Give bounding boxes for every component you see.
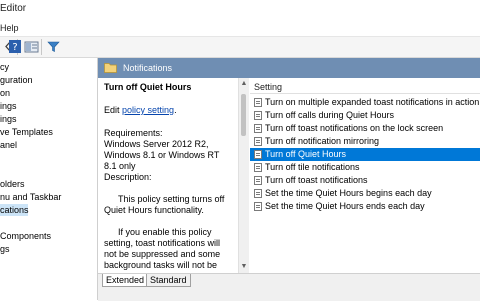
setting-row[interactable]: Turn off tile notifications: [250, 161, 480, 174]
setting-label: Set the time Quiet Hours ends each day: [265, 201, 425, 211]
tree-item-windows-components[interactable]: Components: [0, 230, 51, 242]
setting-label: Turn off calls during Quiet Hours: [265, 110, 395, 120]
policy-setting-icon: [254, 189, 262, 198]
policy-setting-icon: [254, 111, 262, 120]
tree-item[interactable]: cy: [0, 61, 9, 73]
setting-column-header[interactable]: Setting: [254, 82, 282, 92]
setting-label: Turn on multiple expanded toast notifica…: [265, 97, 480, 107]
policy-setting-icon: [254, 124, 262, 133]
setting-label: Turn off notification mirroring: [265, 136, 380, 146]
toolbar: ?: [0, 37, 480, 58]
edit-prefix: Edit: [104, 105, 120, 115]
edit-policy-link[interactable]: policy setting: [122, 105, 174, 115]
description-scrollbar[interactable]: ▲ ▼: [238, 78, 249, 273]
setting-row[interactable]: Turn off calls during Quiet Hours: [250, 109, 480, 122]
menu-help[interactable]: Help: [0, 23, 19, 33]
setting-row[interactable]: Turn off toast notifications: [250, 174, 480, 187]
scroll-up-icon[interactable]: ▲: [240, 80, 248, 88]
filter-icon[interactable]: [46, 39, 61, 54]
toolbar-separator: [41, 39, 42, 55]
setting-row[interactable]: Turn on multiple expanded toast notifica…: [250, 96, 480, 109]
setting-row[interactable]: Turn off toast notifications on the lock…: [250, 122, 480, 135]
setting-row-selected[interactable]: Turn off Quiet Hours: [250, 148, 480, 161]
tree-item-administrative-templates[interactable]: ve Templates: [0, 126, 53, 138]
tree-item[interactable]: ings: [0, 113, 17, 125]
navigation-tree: cy guration on ings ings ve Templates an…: [0, 58, 98, 300]
policy-title: Turn off Quiet Hours: [104, 82, 192, 92]
policy-setting-icon: [254, 176, 262, 185]
description-label: Description:: [104, 172, 152, 182]
policy-setting-icon: [254, 98, 262, 107]
description-paragraph-2: If you enable this policy setting, toast…: [104, 227, 221, 270]
title-bar: Editor: [0, 0, 480, 20]
folder-icon: [104, 62, 117, 73]
tree-item[interactable]: on: [0, 87, 10, 99]
show-pane-icon[interactable]: [24, 39, 39, 54]
settings-list: Setting Turn on multiple expanded toast …: [250, 78, 480, 273]
policy-description-panel: Turn off Quiet Hours Edit policy setting…: [98, 78, 238, 273]
scroll-thumb[interactable]: [241, 94, 246, 136]
setting-label: Turn off Quiet Hours: [265, 149, 347, 159]
scroll-down-icon[interactable]: ▼: [240, 263, 248, 271]
svg-text:?: ?: [12, 42, 17, 53]
requirements-label: Requirements:: [104, 128, 163, 138]
policy-setting-icon: [254, 150, 262, 159]
requirements-text: Windows Server 2012 R2, Windows 8.1 or W…: [104, 139, 220, 171]
policy-setting-icon: [254, 202, 262, 211]
setting-row[interactable]: Set the time Quiet Hours begins each day: [250, 187, 480, 200]
tab-standard[interactable]: Standard: [146, 274, 191, 287]
tree-item-notifications[interactable]: cations: [0, 204, 29, 216]
tree-item[interactable]: guration: [0, 74, 33, 86]
menu-bar: Help: [0, 20, 480, 37]
tree-item[interactable]: ings: [0, 100, 17, 112]
view-tabs: Extended Standard: [98, 273, 480, 301]
tree-item-control-panel[interactable]: anel: [0, 139, 17, 151]
policy-setting-icon: [254, 163, 262, 172]
setting-label: Turn off toast notifications on the lock…: [265, 123, 444, 133]
edit-policy-line: Edit policy setting.: [104, 105, 234, 116]
tree-item-shared-folders[interactable]: olders: [0, 178, 25, 190]
tree-item-start-menu-taskbar[interactable]: nu and Taskbar: [0, 191, 61, 203]
setting-row[interactable]: Set the time Quiet Hours ends each day: [250, 200, 480, 213]
tab-extended[interactable]: Extended: [102, 274, 149, 287]
setting-label: Set the time Quiet Hours begins each day: [265, 188, 432, 198]
setting-row[interactable]: Turn off notification mirroring: [250, 135, 480, 148]
setting-label: Turn off toast notifications: [265, 175, 368, 185]
header-divider: [250, 93, 480, 94]
policy-setting-icon: [254, 137, 262, 146]
description-paragraph-1: This policy setting turns off Quiet Hour…: [104, 194, 225, 215]
details-header: Notifications: [98, 58, 480, 78]
window-title: Editor: [0, 3, 27, 14]
setting-label: Turn off tile notifications: [265, 162, 360, 172]
edit-suffix: .: [174, 105, 177, 115]
details-header-label: Notifications: [123, 63, 173, 73]
details-pane: Notifications Turn off Quiet Hours Edit …: [98, 58, 480, 301]
tree-item-settings[interactable]: gs: [0, 243, 10, 255]
help-icon[interactable]: ?: [8, 39, 23, 54]
